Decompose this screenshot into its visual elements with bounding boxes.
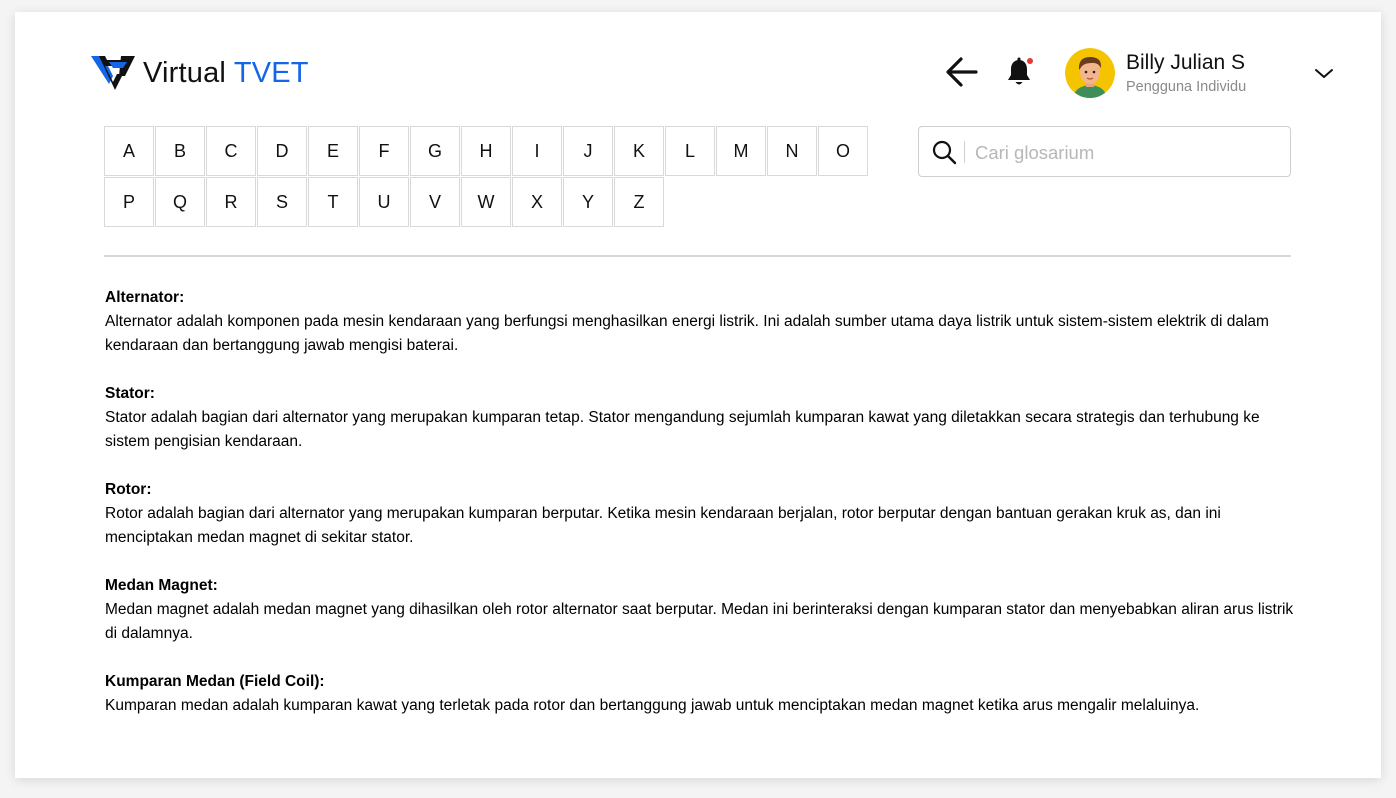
letter-button-b[interactable]: B: [155, 126, 205, 176]
glossary-list: Alternator: Alternator adalah komponen p…: [105, 286, 1295, 742]
letter-button-j[interactable]: J: [563, 126, 613, 176]
glossary-definition: Medan magnet adalah medan magnet yang di…: [105, 601, 1294, 642]
glossary-term: Rotor:: [105, 481, 152, 498]
bell-icon: [1008, 57, 1033, 85]
glossary-term: Kumparan Medan (Field Coil):: [105, 673, 325, 690]
glossary-entry: Rotor: Rotor adalah bagian dari alternat…: [105, 478, 1295, 550]
section-divider: [104, 255, 1291, 257]
user-menu-toggle[interactable]: [1312, 65, 1336, 81]
notification-dot: [1027, 58, 1033, 64]
logo-text: Virtual TVET: [143, 57, 309, 90]
notification-button[interactable]: [1006, 56, 1034, 88]
logo-word-virtual: Virtual: [143, 56, 227, 89]
avatar[interactable]: [1065, 48, 1115, 98]
letter-button-r[interactable]: R: [206, 177, 256, 227]
letter-button-w[interactable]: W: [461, 177, 511, 227]
glossary-term: Alternator:: [105, 289, 185, 306]
letter-button-f[interactable]: F: [359, 126, 409, 176]
letter-button-u[interactable]: U: [359, 177, 409, 227]
virtual-tvet-logo-icon: [91, 56, 135, 90]
letter-button-k[interactable]: K: [614, 126, 664, 176]
letter-button-e[interactable]: E: [308, 126, 358, 176]
letter-button-d[interactable]: D: [257, 126, 307, 176]
letter-button-y[interactable]: Y: [563, 177, 613, 227]
glossary-definition: Rotor adalah bagian dari alternator yang…: [105, 505, 1221, 546]
glossary-entry: Alternator: Alternator adalah komponen p…: [105, 286, 1295, 358]
search-separator: [964, 141, 965, 163]
letter-button-a[interactable]: A: [104, 126, 154, 176]
glossary-definition: Alternator adalah komponen pada mesin ke…: [105, 313, 1269, 354]
back-button[interactable]: [944, 55, 980, 89]
letter-button-m[interactable]: M: [716, 126, 766, 176]
user-name: Billy Julian S: [1126, 51, 1246, 74]
letter-button-x[interactable]: X: [512, 177, 562, 227]
letter-button-p[interactable]: P: [104, 177, 154, 227]
chevron-down-icon: [1315, 69, 1333, 78]
letter-button-g[interactable]: G: [410, 126, 460, 176]
letter-button-h[interactable]: H: [461, 126, 511, 176]
search-icon: [932, 140, 957, 165]
letter-button-n[interactable]: N: [767, 126, 817, 176]
letter-button-v[interactable]: V: [410, 177, 460, 227]
glossary-entry: Kumparan Medan (Field Coil): Kumparan me…: [105, 670, 1295, 718]
app-logo[interactable]: Virtual TVET: [91, 54, 309, 92]
letter-button-s[interactable]: S: [257, 177, 307, 227]
letter-button-z[interactable]: Z: [614, 177, 664, 227]
glossary-entry: Stator: Stator adalah bagian dari altern…: [105, 382, 1295, 454]
logo-word-tvet: TVET: [233, 56, 309, 89]
search-input[interactable]: [973, 135, 1277, 171]
letter-button-l[interactable]: L: [665, 126, 715, 176]
letter-button-i[interactable]: I: [512, 126, 562, 176]
user-avatar-icon: [1065, 48, 1115, 98]
glossary-search: [918, 126, 1291, 177]
user-role: Pengguna Individu: [1126, 79, 1247, 95]
glossary-definition: Kumparan medan adalah kumparan kawat yan…: [105, 697, 1200, 714]
glossary-term: Medan Magnet:: [105, 577, 218, 594]
glossary-term: Stator:: [105, 385, 155, 402]
letter-button-t[interactable]: T: [308, 177, 358, 227]
letter-button-q[interactable]: Q: [155, 177, 205, 227]
main-card: Virtual TVET Billy Julian S Pengguna Ind…: [15, 12, 1381, 778]
glossary-entry: Medan Magnet: Medan magnet adalah medan …: [105, 574, 1295, 646]
letter-button-o[interactable]: O: [818, 126, 868, 176]
glossary-definition: Stator adalah bagian dari alternator yan…: [105, 409, 1260, 450]
letter-button-c[interactable]: C: [206, 126, 256, 176]
arrow-left-icon: [946, 57, 978, 87]
